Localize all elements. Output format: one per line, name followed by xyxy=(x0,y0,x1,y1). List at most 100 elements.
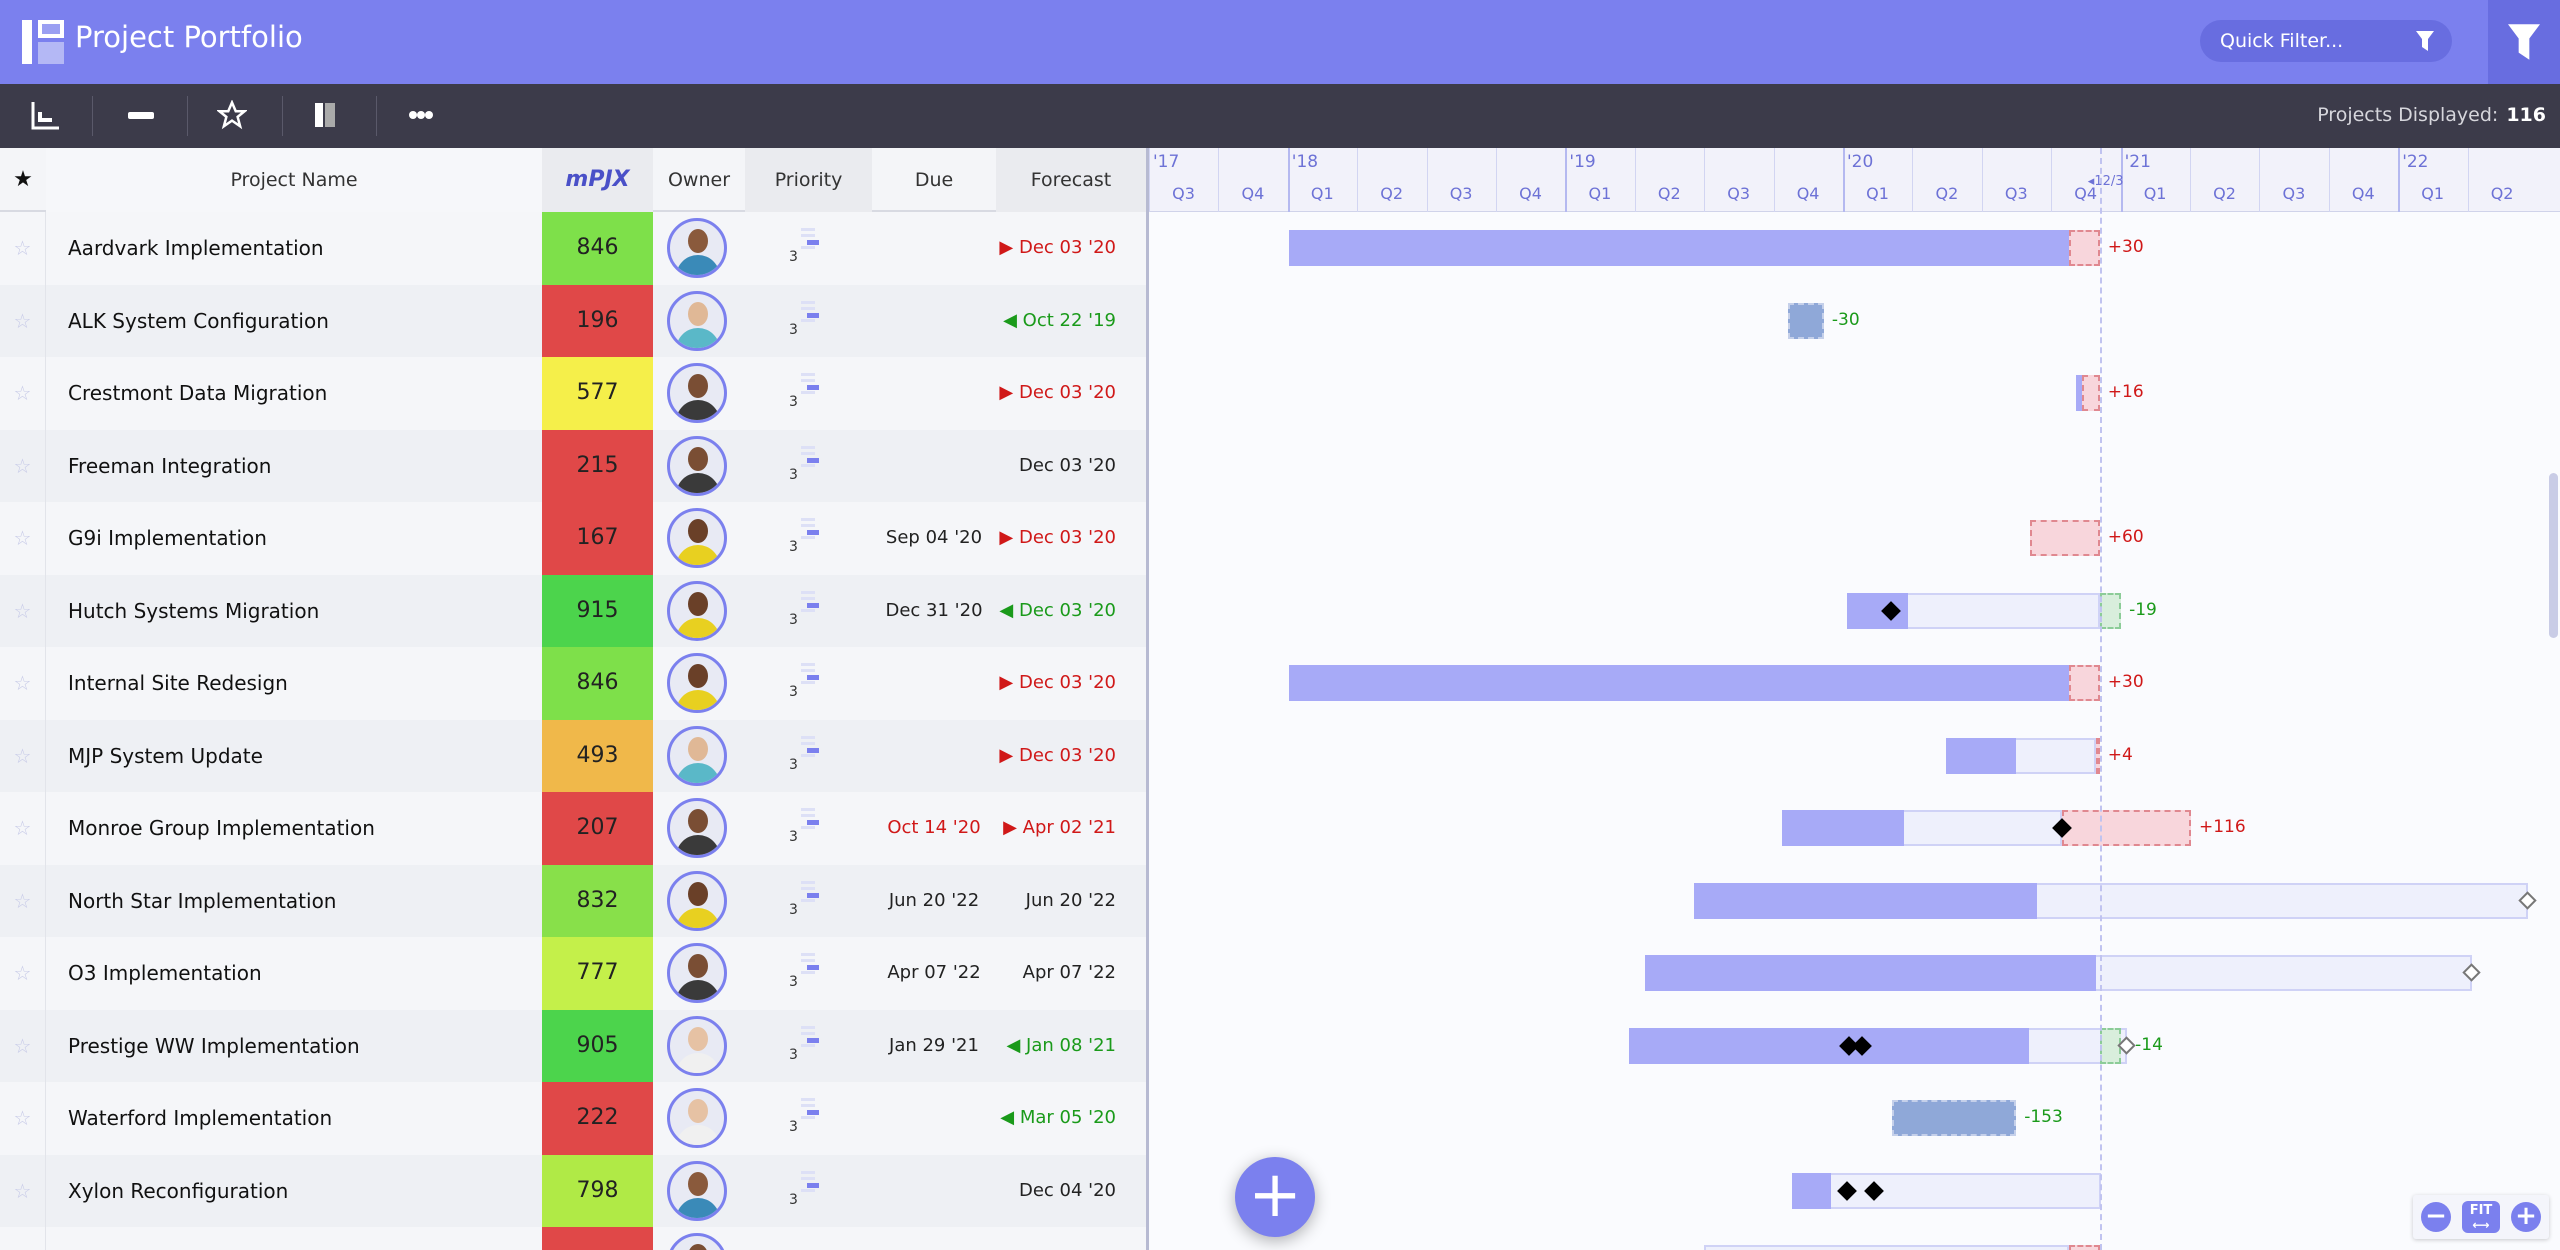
table-row[interactable]: ☆ Internal Site Redesign 846 3 ▶ Dec 03 '20 xyxy=(0,647,1146,720)
gantt-variance-bar[interactable] xyxy=(2061,810,2191,847)
priority-indicator[interactable]: 3 xyxy=(745,1082,872,1155)
table-row[interactable]: ☆ O3 Implementation 777 3 Apr 07 '22 Apr 07 '… xyxy=(0,937,1146,1010)
favorite-star-icon[interactable]: ☆ xyxy=(0,647,46,720)
avatar[interactable] xyxy=(667,943,727,1003)
table-row[interactable]: ☆ North Star Implementation 832 3 Jun 20 '22… xyxy=(0,864,1146,938)
priority-indicator[interactable]: 3 xyxy=(745,575,872,648)
project-name[interactable]: Internal Site Redesign xyxy=(68,647,288,720)
gantt-bar-progress[interactable] xyxy=(1693,882,2038,919)
project-name[interactable]: G9i Implementation xyxy=(68,502,267,575)
more-icon[interactable] xyxy=(404,100,438,132)
avatar[interactable] xyxy=(667,218,727,278)
avatar[interactable] xyxy=(667,1233,727,1250)
table-row[interactable]: ☆ Monroe Group Implementation 207 3 Oct 14 '… xyxy=(0,792,1146,865)
table-row[interactable]: ☆ Hutch Systems Migration 915 3 Dec 31 '20 ◀ … xyxy=(0,574,1146,648)
zoom-out-button[interactable]: − xyxy=(2421,1202,2451,1232)
favorite-star-icon[interactable]: ☆ xyxy=(0,1009,46,1082)
priority-indicator[interactable]: 3 xyxy=(745,720,872,793)
gantt-bar-progress[interactable] xyxy=(1629,1027,2030,1064)
favorite-star-icon[interactable] xyxy=(215,99,249,132)
favorite-star-icon[interactable]: ☆ xyxy=(0,792,46,865)
favorite-star-icon[interactable]: ☆ xyxy=(0,719,46,792)
favorite-star-icon[interactable]: ☆ xyxy=(0,212,46,285)
avatar[interactable] xyxy=(667,798,727,858)
gantt-bar-progress[interactable] xyxy=(1946,737,2017,774)
vertical-scrollbar[interactable] xyxy=(2549,473,2558,638)
project-name[interactable]: Freeman Integration xyxy=(68,430,271,503)
gantt-variance-bar[interactable] xyxy=(2069,665,2100,702)
favorite-star-icon[interactable]: ☆ xyxy=(0,1227,46,1250)
project-name[interactable]: Prestige WW Implementation xyxy=(68,1010,360,1083)
priority-indicator[interactable]: 3 xyxy=(745,1010,872,1083)
owner-header[interactable]: Owner xyxy=(653,148,745,212)
gantt-bar-completed[interactable] xyxy=(1892,1100,2017,1137)
priority-header[interactable]: Priority xyxy=(745,148,872,212)
favorite-star-icon[interactable]: ☆ xyxy=(0,864,46,937)
collapse-icon[interactable] xyxy=(124,100,158,132)
mpjx-score-header[interactable]: mPJX xyxy=(542,148,653,212)
priority-indicator[interactable]: 3 xyxy=(745,1155,872,1228)
avatar[interactable] xyxy=(667,290,727,351)
project-name[interactable]: ALK System Configuration xyxy=(68,285,329,358)
due-header[interactable]: Due xyxy=(872,148,996,212)
table-row[interactable]: ☆ Prestige WW Implementation 905 3 Jan 29 '2… xyxy=(0,1009,1146,1083)
avatar[interactable] xyxy=(667,435,727,496)
project-name[interactable]: Xylon Reconfiguration xyxy=(68,1155,288,1228)
project-name[interactable]: Monroe Group Implementation xyxy=(68,792,375,865)
gantt-chart-icon[interactable] xyxy=(28,100,62,132)
gantt-bar-progress[interactable] xyxy=(1782,810,1904,847)
quick-filter-input[interactable]: Quick Filter... xyxy=(2200,20,2452,62)
table-row[interactable]: ☆ Waterford Implementation 222 3 ◀ Mar 05 '2… xyxy=(0,1082,1146,1155)
favorite-star-icon[interactable]: ☆ xyxy=(0,357,46,430)
priority-indicator[interactable]: 3 xyxy=(745,212,872,285)
table-row[interactable]: ☆ MJP System Update 493 3 ▶ Dec 03 '20 xyxy=(0,719,1146,793)
favorite-star-icon[interactable]: ☆ xyxy=(0,937,46,1010)
forecast-header[interactable]: Forecast xyxy=(996,148,1146,212)
zoom-in-button[interactable]: + xyxy=(2511,1202,2541,1232)
project-name[interactable]: Waterford Implementation xyxy=(68,1082,332,1155)
avatar[interactable] xyxy=(667,653,727,713)
favorite-star-icon[interactable]: ☆ xyxy=(0,1082,46,1155)
gantt-bar-progress[interactable] xyxy=(1288,665,2070,702)
priority-indicator[interactable] xyxy=(745,1227,872,1250)
priority-indicator[interactable]: 3 xyxy=(745,357,872,430)
priority-indicator[interactable]: 3 xyxy=(745,937,872,1010)
gantt-variance-bar[interactable] xyxy=(2069,230,2100,267)
gantt-variance-bar[interactable] xyxy=(2099,592,2122,629)
avatar[interactable] xyxy=(667,1015,727,1076)
priority-indicator[interactable]: 3 xyxy=(745,865,872,938)
favorite-star-icon[interactable]: ☆ xyxy=(0,502,46,575)
gantt-bar-completed[interactable] xyxy=(1788,302,1824,339)
gantt-bar-progress[interactable] xyxy=(1288,230,2070,267)
favorite-star-icon[interactable]: ☆ xyxy=(0,574,46,647)
avatar[interactable] xyxy=(667,508,727,568)
priority-indicator[interactable]: 3 xyxy=(745,647,872,720)
avatar[interactable] xyxy=(667,725,727,786)
gantt-variance-bar[interactable] xyxy=(2082,375,2100,412)
favorite-star-icon[interactable]: ☆ xyxy=(0,1154,46,1227)
avatar[interactable] xyxy=(667,580,727,641)
project-name[interactable]: Crestmont Data Migration xyxy=(68,357,327,430)
table-row[interactable]: ☆ Freeman Integration 215 3 Dec 03 '20 xyxy=(0,429,1146,503)
gantt-variance-bar[interactable] xyxy=(2069,1245,2100,1250)
project-name[interactable]: MJP System Update xyxy=(68,720,263,793)
table-row[interactable]: ☆ xyxy=(0,1227,1146,1250)
favorite-column-header[interactable]: ★ xyxy=(0,148,46,212)
gantt-bar-progress[interactable] xyxy=(1791,1172,1831,1209)
priority-indicator[interactable]: 3 xyxy=(745,285,872,358)
add-project-button[interactable]: + xyxy=(1235,1157,1315,1237)
avatar[interactable] xyxy=(667,1088,727,1148)
column-layout-icon[interactable] xyxy=(309,100,343,132)
priority-indicator[interactable]: 3 xyxy=(745,502,872,575)
gantt-bar-progress[interactable] xyxy=(1645,955,2096,992)
table-row[interactable]: ☆ G9i Implementation 167 3 Sep 04 '20 ▶ Dec 0… xyxy=(0,502,1146,575)
priority-indicator[interactable]: 3 xyxy=(745,792,872,865)
priority-indicator[interactable]: 3 xyxy=(745,430,872,503)
project-name[interactable]: Hutch Systems Migration xyxy=(68,575,319,648)
table-row[interactable]: ☆ Xylon Reconfiguration 798 3 Dec 04 '20 xyxy=(0,1154,1146,1228)
favorite-star-icon[interactable]: ☆ xyxy=(0,284,46,357)
favorite-star-icon[interactable]: ☆ xyxy=(0,429,46,502)
avatar[interactable] xyxy=(667,870,727,931)
project-name-header[interactable]: Project Name xyxy=(46,148,542,212)
table-row[interactable]: ☆ Crestmont Data Migration 577 3 ▶ Dec 03 '2… xyxy=(0,357,1146,430)
